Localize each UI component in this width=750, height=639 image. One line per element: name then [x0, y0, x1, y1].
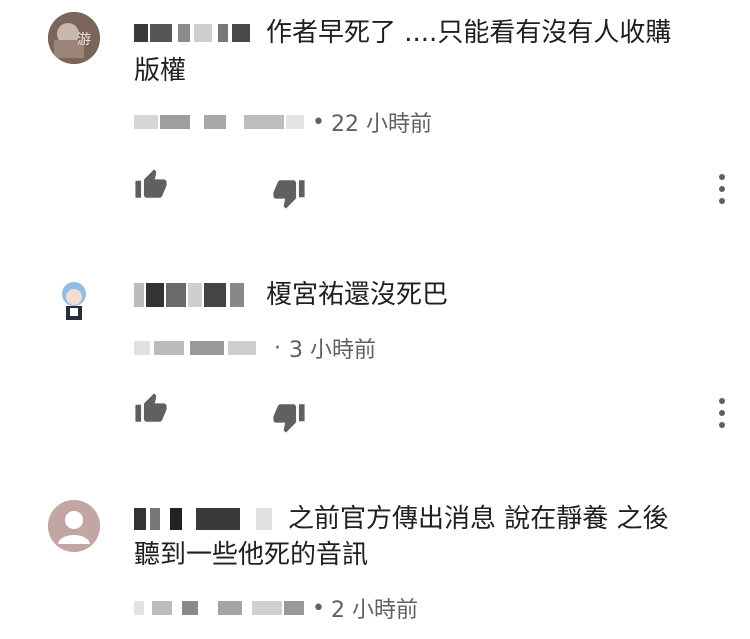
- comment-text: 作者早死了 ....只能看有沒有人收購: [266, 18, 672, 48]
- meta-separator: •: [312, 109, 325, 135]
- handle-redacted: [134, 115, 306, 129]
- meta-separator: •: [312, 595, 325, 621]
- thumbs-up-icon[interactable]: [134, 168, 168, 206]
- username-redacted[interactable]: [134, 283, 246, 307]
- timestamp[interactable]: 3 小時前: [289, 332, 376, 364]
- handle-redacted: [134, 341, 262, 355]
- comment-actions: [0, 392, 750, 434]
- more-vertical-icon[interactable]: [712, 396, 732, 434]
- thumbs-up-icon[interactable]: [134, 392, 168, 430]
- comment-text-continued: 聽到一些他死的音訊: [134, 540, 369, 570]
- meta-separator: ·: [274, 335, 281, 361]
- thumbs-down-icon[interactable]: [272, 400, 306, 438]
- svg-text:游: 游: [77, 32, 91, 48]
- default-avatar-icon[interactable]: [48, 500, 100, 552]
- comment-actions: [0, 168, 750, 210]
- comment-meta: • 2 小時前: [134, 592, 418, 624]
- handle-redacted: [134, 601, 306, 615]
- avatar[interactable]: 游: [48, 12, 100, 64]
- anime-avatar-icon: [48, 274, 100, 326]
- comment-text-continued: 版權: [134, 56, 187, 86]
- timestamp[interactable]: 2 小時前: [331, 592, 418, 624]
- timestamp[interactable]: 22 小時前: [331, 106, 432, 138]
- comment-text: 榎宮祐還沒死巴: [266, 280, 449, 310]
- username-redacted[interactable]: [134, 24, 252, 42]
- comment-author-line: 榎宮祐還沒死巴: [134, 276, 448, 314]
- username-redacted[interactable]: [134, 508, 274, 530]
- comment-meta: • 22 小時前: [134, 106, 432, 138]
- comment-meta: · 3 小時前: [134, 332, 376, 364]
- avatar[interactable]: [48, 274, 100, 326]
- avatar-photo-icon: 游: [48, 12, 100, 64]
- more-vertical-icon[interactable]: [712, 172, 732, 210]
- comment-text: 之前官方傳出消息 說在靜養 之後: [288, 504, 669, 534]
- comment-author-line: 作者早死了 ....只能看有沒有人收購: [134, 14, 671, 52]
- comment-author-line: 之前官方傳出消息 說在靜養 之後: [134, 500, 669, 538]
- thumbs-down-icon[interactable]: [272, 176, 306, 214]
